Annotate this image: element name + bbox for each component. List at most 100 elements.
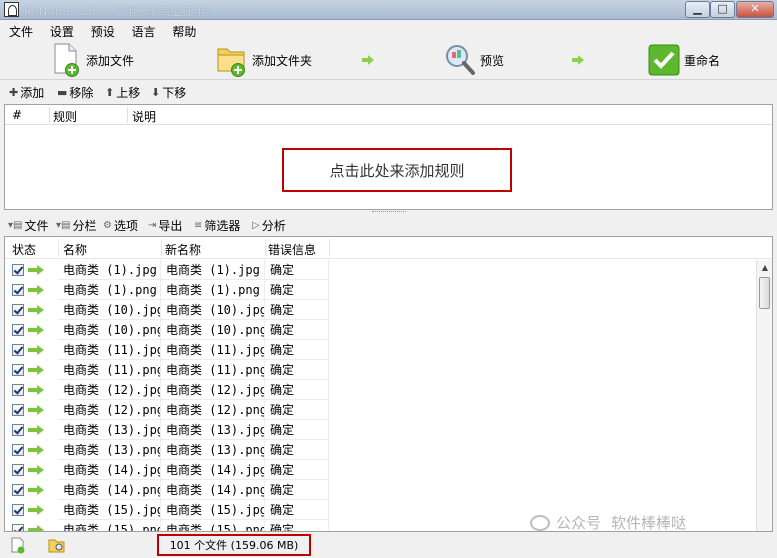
rules-col-index[interactable]: # (12, 108, 22, 122)
add-folder-icon (217, 48, 245, 77)
menu-presets[interactable]: 预设 (87, 21, 119, 40)
file-error: 确定 (265, 340, 329, 360)
filters-menu-label: 筛选器 (204, 219, 241, 233)
rename-label: 重命名 (684, 53, 721, 68)
table-row[interactable]: 电商类 (10).png 电商类 (10).png 确定 (5, 320, 756, 340)
file-error: 确定 (265, 460, 329, 480)
row-checkbox[interactable] (12, 264, 24, 276)
file-new-name: 电商类 (15).png (161, 520, 265, 531)
rename-button[interactable]: 重命名 (648, 42, 720, 78)
vertical-scrollbar[interactable]: ▲ (756, 260, 772, 531)
menu-help[interactable]: 帮助 (168, 21, 200, 40)
file-error: 确定 (265, 320, 329, 340)
magnifier-icon (446, 45, 475, 75)
gear-icon: ⚙ (103, 220, 112, 231)
menu-file[interactable]: 文件 (5, 21, 37, 40)
remove-rule-button[interactable]: ▬ 移除 (57, 84, 93, 101)
row-checkbox[interactable] (12, 444, 24, 456)
table-row[interactable]: 电商类 (14).png 电商类 (14).png 确定 (5, 480, 756, 500)
export-menu-button[interactable]: ⇥ 导出 (148, 217, 182, 234)
add-rule-prompt[interactable]: 点击此处来添加规则 (282, 148, 512, 192)
table-row[interactable]: 电商类 (11).png 电商类 (11).png 确定 (5, 360, 756, 380)
rules-col-rule[interactable]: 规则 (53, 108, 77, 125)
file-name: 电商类 (12).jpg (58, 380, 161, 400)
file-new-name: 电商类 (12).jpg (161, 380, 265, 400)
rules-col-description[interactable]: 说明 (132, 108, 156, 125)
filters-menu-button[interactable]: ≡ 筛选器 (194, 217, 240, 234)
table-row[interactable]: 电商类 (1).jpg 电商类 (1).jpg 确定 (5, 260, 756, 280)
table-row[interactable]: 电商类 (12).jpg 电商类 (12).jpg 确定 (5, 380, 756, 400)
splitter-handle[interactable] (372, 211, 406, 214)
status-arrow-icon (28, 365, 44, 375)
menu-settings[interactable]: 设置 (46, 21, 78, 40)
row-checkbox[interactable] (12, 364, 24, 376)
row-checkbox[interactable] (12, 344, 24, 356)
minimize-button[interactable]: ▁ (685, 1, 710, 18)
row-checkbox[interactable] (12, 524, 24, 531)
scrollbar-thumb[interactable] (759, 277, 770, 309)
row-checkbox[interactable] (12, 284, 24, 296)
minus-icon: ▬ (57, 86, 68, 99)
row-checkbox[interactable] (12, 424, 24, 436)
row-checkbox[interactable] (12, 504, 24, 516)
file-new-name: 电商类 (15).jpg (161, 500, 265, 520)
table-row[interactable]: 电商类 (1).png 电商类 (1).png 确定 (5, 280, 756, 300)
move-down-button[interactable]: ⬇ 下移 (151, 84, 186, 101)
col-status[interactable]: 状态 (12, 241, 36, 258)
file-new-name: 电商类 (13).png (161, 440, 265, 460)
status-arrow-icon (28, 265, 44, 275)
file-error: 确定 (265, 480, 329, 500)
dropdown-icon: ▾▤ (8, 220, 23, 231)
add-rule-button[interactable]: ✚ 添加 (9, 84, 44, 101)
add-files-button[interactable]: 添加文件 (52, 42, 134, 78)
status-arrow-icon (28, 405, 44, 415)
row-checkbox[interactable] (12, 324, 24, 336)
move-down-label: 下移 (162, 86, 187, 100)
analyze-menu-button[interactable]: ▷ 分析 (252, 217, 286, 234)
table-row[interactable]: 电商类 (12).png 电商类 (12).png 确定 (5, 400, 756, 420)
col-name[interactable]: 名称 (63, 241, 87, 258)
status-arrow-icon (28, 425, 44, 435)
files-table[interactable]: 状态 名称 新名称 错误信息 电商类 (1).jpg 电商类 (1).jpg 确定电… (4, 236, 773, 532)
move-up-button[interactable]: ⬆ 上移 (105, 84, 140, 101)
columns-menu-button[interactable]: ▾▤ 分栏 (56, 217, 96, 234)
menu-language[interactable]: 语言 (128, 21, 160, 40)
col-new-name[interactable]: 新名称 (165, 241, 201, 258)
rules-toolbar: ✚ 添加 ▬ 移除 ⬆ 上移 ⬇ 下移 (0, 81, 777, 103)
add-file-icon[interactable] (10, 537, 26, 554)
app-icon (4, 2, 19, 17)
options-menu-button[interactable]: ⚙ 选项 (103, 217, 138, 234)
scroll-up-icon[interactable]: ▲ (757, 260, 772, 276)
watermark-right: 软件棒棒哒 (611, 514, 687, 532)
arrow-up-icon: ⬆ (105, 86, 115, 99)
table-row[interactable]: 电商类 (14).jpg 电商类 (14).jpg 确定 (5, 460, 756, 480)
row-checkbox[interactable] (12, 304, 24, 316)
maximize-button[interactable]: □ (710, 1, 735, 18)
preview-label: 预览 (480, 53, 505, 68)
folder-search-icon[interactable] (48, 537, 66, 554)
row-checkbox[interactable] (12, 384, 24, 396)
preview-button[interactable]: 预览 (444, 42, 504, 78)
file-error: 确定 (265, 280, 329, 300)
arrow-icon (362, 55, 374, 65)
file-name: 电商类 (11).jpg (58, 340, 161, 360)
main-toolbar: 添加文件 添加文件夹 预览 重命名 (0, 40, 777, 80)
close-button[interactable]: ✕ (736, 1, 774, 18)
table-row[interactable]: 电商类 (11).jpg 电商类 (11).jpg 确定 (5, 340, 756, 360)
file-error: 确定 (265, 420, 329, 440)
file-name: 电商类 (10).jpg (58, 300, 161, 320)
table-row[interactable]: 电商类 (13).jpg 电商类 (13).jpg 确定 (5, 420, 756, 440)
table-row[interactable]: 电商类 (13).png 电商类 (13).png 确定 (5, 440, 756, 460)
row-checkbox[interactable] (12, 404, 24, 416)
add-folder-button[interactable]: 添加文件夹 (216, 42, 312, 78)
files-menu-button[interactable]: ▾▤ 文件 (8, 217, 48, 234)
table-row[interactable]: 电商类 (10).jpg 电商类 (10).jpg 确定 (5, 300, 756, 320)
export-icon: ⇥ (148, 220, 157, 231)
file-name: 电商类 (1).png (58, 280, 161, 300)
file-name: 电商类 (13).jpg (58, 420, 161, 440)
row-checkbox[interactable] (12, 484, 24, 496)
row-checkbox[interactable] (12, 464, 24, 476)
file-error: 确定 (265, 440, 329, 460)
rules-table-header: # 规则 说明 (5, 105, 772, 125)
col-error[interactable]: 错误信息 (268, 241, 316, 258)
